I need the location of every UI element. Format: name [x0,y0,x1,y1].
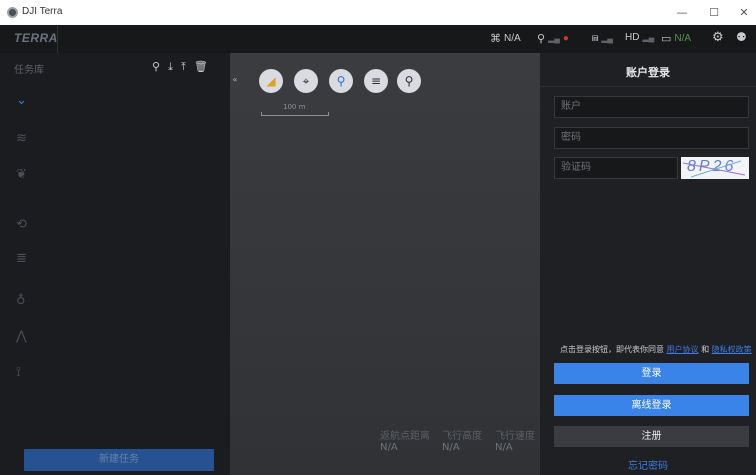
app-window: DJI Terra — ☐ ✕ TERRA ⌘ N/A ⚲ ▂▄ ● ⩎ ▂▄ … [0,0,756,475]
waypoint-icon[interactable]: ⟲ [16,217,27,232]
login-panel: 账户登录 账户 密码 验证码 8P26 点击登录按钮，即代表你同意 用户协议 和… [540,53,756,475]
app-logo-icon [7,7,18,18]
mission-all-icon[interactable]: ⌄ [16,93,27,108]
password-field[interactable]: 密码 [554,127,749,149]
captcha-image[interactable]: 8P26 [681,157,749,179]
altitude-label: 飞行高度 [442,431,482,442]
scale-bar [261,112,329,116]
divider [540,86,756,87]
forgot-password-link[interactable]: 忘记密码 [540,457,756,472]
hd-label: HD [625,32,640,43]
speed-label: 飞行速度 [495,431,535,442]
export-icon[interactable]: ⤒ [181,60,186,74]
captcha-noise [682,160,746,178]
brand-logo: TERRA [14,31,58,45]
battery-status[interactable]: ▭ N/A [661,32,691,45]
signal-bars-icon: ▂▄ [601,34,614,43]
privacy-policy-link[interactable]: 隐私权政策 [712,345,752,354]
compass-icon[interactable]: ◢ [259,69,283,93]
panel-title: 任务库 [14,65,44,76]
mapping-3d-icon[interactable]: ❦ [16,167,27,182]
list-icon[interactable]: ≡ [364,69,388,93]
terms-text: 点击登录按钮，即代表你同意 用户协议 和 隐私权政策 [560,344,752,355]
altitude-value: N/A [442,442,460,453]
import-icon[interactable]: ⤓ [168,60,173,74]
close-button[interactable]: ✕ [734,4,754,22]
delete-icon[interactable]: 🗑 [194,60,208,74]
speed-value: N/A [495,442,513,453]
terms-and: 和 [701,345,710,354]
search-map-icon[interactable]: ⚲ [397,69,421,93]
divider [57,25,58,53]
search-icon[interactable]: ⚲ [152,60,160,74]
signal-bars-icon: ▂▄ [548,34,560,43]
hd-status[interactable]: HD ▂▄ [625,32,654,43]
title-bar: DJI Terra — ☐ ✕ [0,0,756,25]
locate-icon[interactable]: ⌖ [294,69,318,93]
corridor-icon[interactable]: ⋀ [16,329,27,344]
home-distance-label: 返航点距离 [380,431,430,442]
collapse-panel-button[interactable]: « [230,71,240,89]
link-icon: ⌘ [490,33,501,45]
pin-icon[interactable]: ⚲ [329,69,353,93]
oblique-icon[interactable]: ♁ [16,293,26,308]
window-title: DJI Terra [22,6,63,17]
gear-icon[interactable]: ⚙ [712,30,724,45]
rc-icon: ⩎ [592,32,599,44]
mission-library-panel: 任务库 ⚲ ⤓ ⤒ 🗑 ⌄ ≋ ❦ ⟲ ≣ ♁ ⋀ ⟟ 新建任务 [0,53,230,475]
area-icon[interactable]: ≣ [16,251,27,266]
map-view[interactable] [230,53,540,475]
signal-bars-icon: ▂▄ [642,33,655,42]
login-button[interactable]: 登录 [554,363,749,384]
maximize-button[interactable]: ☐ [704,4,724,22]
satellite-icon: ⚲ [537,33,546,45]
rc-status[interactable]: ⩎ ▂▄ [592,32,613,45]
new-task-button[interactable]: 新建任务 [24,449,214,471]
captcha-field[interactable]: 验证码 [554,157,678,179]
user-agreement-link[interactable]: 用户协议 [667,345,699,354]
account-field[interactable]: 账户 [554,96,749,118]
minimize-button[interactable]: — [672,4,692,22]
login-title: 账户登录 [626,66,670,79]
link-status[interactable]: ⌘ N/A [490,32,521,45]
battery-status-text: N/A [674,33,692,44]
battery-icon: ▭ [661,33,672,45]
mapping-2d-icon[interactable]: ≋ [16,131,27,146]
error-indicator-icon: ● [562,33,569,44]
top-toolbar: TERRA ⌘ N/A ⚲ ▂▄ ● ⩎ ▂▄ HD ▂▄ ▭ N/A ⚙ ⚉ [0,25,756,53]
lidar-icon[interactable]: ⟟ [16,365,21,380]
terms-prefix: 点击登录按钮，即代表你同意 [560,345,664,354]
offline-login-button[interactable]: 离线登录 [554,395,749,416]
register-button[interactable]: 注册 [554,426,749,447]
home-distance-value: N/A [380,442,398,453]
satellite-status[interactable]: ⚲ ▂▄ ● [537,32,569,45]
scale-label: 100 m [283,103,306,111]
panel-tools: ⚲ ⤓ ⤒ 🗑 [152,60,208,74]
link-status-text: N/A [504,33,521,44]
user-icon[interactable]: ⚉ [736,30,747,44]
